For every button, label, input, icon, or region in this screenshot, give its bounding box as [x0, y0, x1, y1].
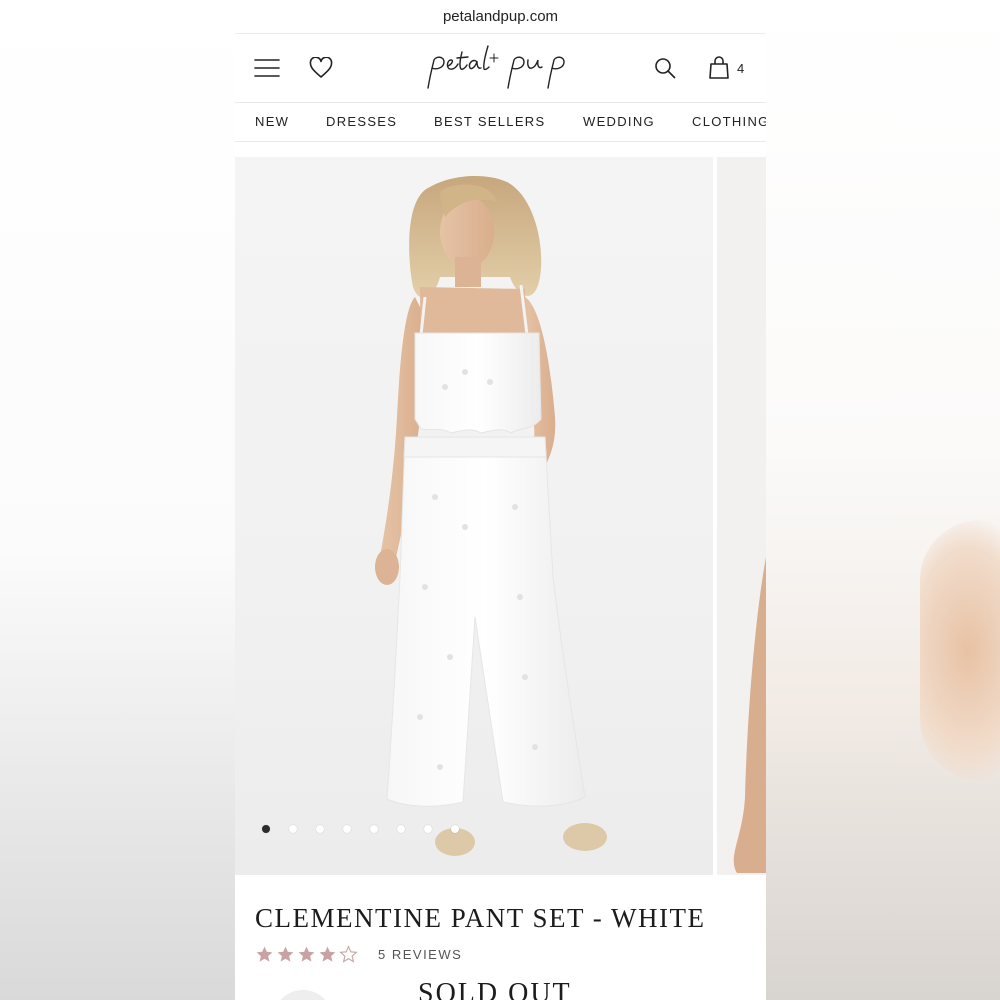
nav-item-dresses[interactable]: DRESSES — [326, 114, 397, 129]
star-filled-icon — [298, 946, 315, 962]
product-title: CLEMENTINE PANT SET - WHITE — [255, 903, 706, 933]
heart-icon[interactable] — [308, 55, 334, 81]
shopping-bag-icon[interactable] — [707, 55, 731, 81]
phone-screen: petalandpup.com 4 NEW DRESSES BEST SELLE… — [235, 0, 766, 1000]
next-image-preview — [733, 557, 766, 873]
gallery-dot[interactable] — [262, 825, 270, 833]
search-icon[interactable] — [653, 56, 677, 80]
nav-item-new[interactable]: NEW — [255, 114, 289, 129]
site-logo[interactable] — [420, 42, 580, 94]
url-bar[interactable]: petalandpup.com — [235, 0, 766, 34]
next-product-image[interactable] — [717, 157, 766, 875]
gallery-dot[interactable] — [397, 825, 405, 833]
cart-count: 4 — [737, 61, 745, 76]
gallery-dot[interactable] — [370, 825, 378, 833]
site-header: 4 — [235, 34, 766, 103]
star-filled-icon — [319, 946, 336, 962]
star-empty-icon — [339, 945, 358, 963]
gallery-dot[interactable] — [316, 825, 324, 833]
gallery-dot[interactable] — [424, 825, 432, 833]
menu-icon[interactable] — [253, 56, 281, 80]
product-image[interactable] — [235, 157, 713, 875]
gallery-dot[interactable] — [343, 825, 351, 833]
gallery-pagination — [262, 825, 459, 833]
reviews-link[interactable]: 5 REVIEWS — [378, 947, 462, 962]
sold-out-label: SOLD OUT — [418, 978, 572, 1000]
star-filled-icon — [277, 946, 294, 962]
star-filled-icon — [256, 946, 273, 962]
model-illustration — [375, 175, 607, 856]
star-rating — [255, 945, 358, 964]
url-text: petalandpup.com — [442, 8, 559, 25]
swatch-button[interactable] — [273, 990, 333, 1000]
background-blur-left — [0, 0, 235, 1000]
nav-item-best-sellers[interactable]: BEST SELLERS — [434, 114, 545, 129]
main-nav: NEW DRESSES BEST SELLERS WEDDING CLOTHIN… — [235, 103, 766, 142]
background-blur-right — [766, 0, 1000, 1000]
gallery-dot[interactable] — [289, 825, 297, 833]
product-rating[interactable]: 5 REVIEWS — [255, 945, 462, 964]
gallery-dot[interactable] — [451, 825, 459, 833]
product-gallery[interactable] — [235, 157, 766, 875]
nav-item-clothing[interactable]: CLOTHING — [692, 114, 766, 129]
nav-item-wedding[interactable]: WEDDING — [583, 114, 655, 129]
